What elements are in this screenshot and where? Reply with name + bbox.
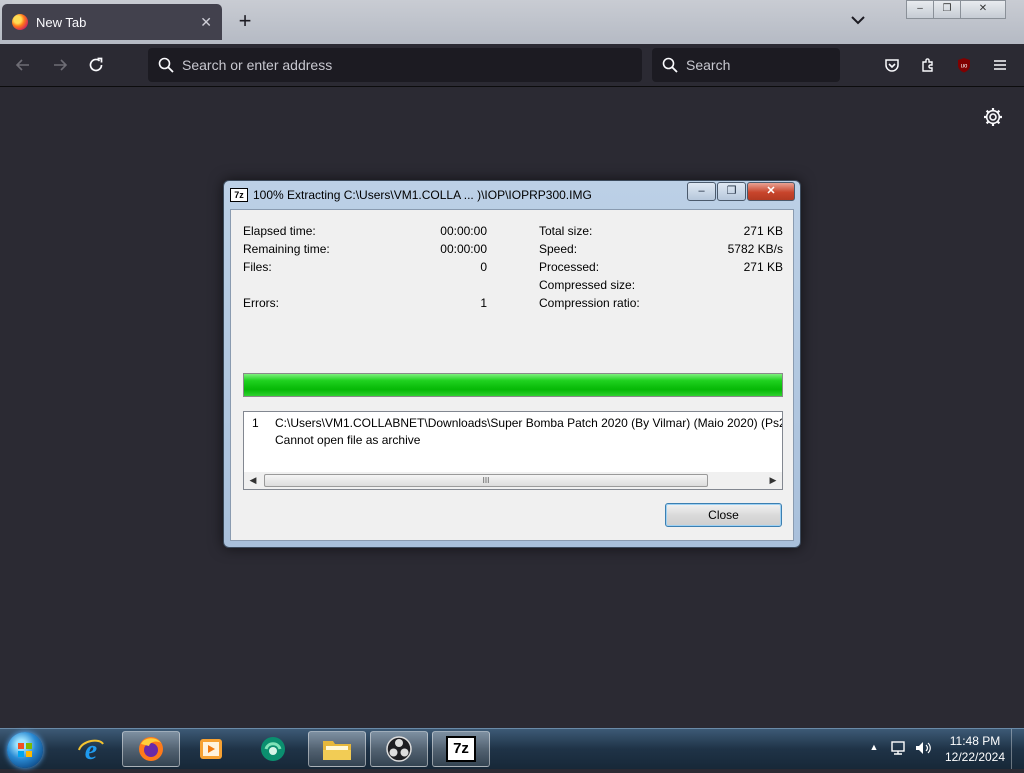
- search-icon: [158, 57, 174, 73]
- navigation-toolbar: Search or enter address Search uo: [0, 44, 1024, 87]
- gear-icon[interactable]: [982, 106, 1004, 128]
- extraction-dialog: 7z 100% Extracting C:\Users\VM1.COLLA ..…: [223, 180, 801, 548]
- message-path: C:\Users\VM1.COLLABNET\Downloads\Super B…: [275, 416, 782, 430]
- progress-bar-fill: [244, 374, 782, 396]
- ublock-origin-icon[interactable]: uo: [952, 53, 976, 77]
- search-placeholder: Search: [686, 57, 731, 73]
- svg-text:uo: uo: [961, 64, 968, 70]
- volume-icon[interactable]: [914, 739, 932, 757]
- hamburger-menu-icon[interactable]: [988, 53, 1012, 77]
- tab-title: New Tab: [36, 14, 87, 30]
- clock-date: 12/22/2024: [944, 750, 1006, 764]
- errors-value: 1: [480, 296, 487, 310]
- processed-label: Processed:: [539, 260, 600, 274]
- processed-value: 271 KB: [743, 260, 783, 274]
- window-caption-buttons: ‒ ❐ ✕: [906, 0, 1006, 19]
- clock-time: 11:48 PM: [949, 734, 1001, 748]
- speed-label: Speed:: [539, 242, 578, 256]
- show-desktop-button[interactable]: [1011, 729, 1024, 769]
- window-close-button[interactable]: ✕: [960, 0, 1006, 19]
- back-arrow-icon[interactable]: [11, 53, 35, 77]
- search-bar[interactable]: Search: [652, 48, 840, 82]
- dialog-titlebar[interactable]: 7z 100% Extracting C:\Users\VM1.COLLA ..…: [230, 186, 592, 204]
- start-button[interactable]: [7, 732, 43, 768]
- compression-ratio-label: Compression ratio:: [539, 296, 640, 310]
- system-clock[interactable]: 11:48 PM 12/22/2024: [940, 733, 1010, 765]
- pocket-icon[interactable]: [880, 53, 904, 77]
- firefox-taskbar-icon[interactable]: [122, 731, 180, 767]
- show-hidden-icons-icon[interactable]: ▲: [868, 742, 880, 754]
- compressed-size-label: Compressed size:: [539, 278, 636, 292]
- svg-text:e: e: [85, 735, 97, 764]
- message-error-text: Cannot open file as archive: [275, 433, 421, 447]
- files-value: 0: [480, 260, 487, 274]
- window-restore-button[interactable]: ❐: [933, 0, 961, 19]
- android-studio-icon[interactable]: [244, 731, 302, 767]
- extraction-progress-bar: [243, 373, 783, 397]
- search-icon: [662, 57, 678, 73]
- address-bar[interactable]: Search or enter address: [148, 48, 642, 82]
- new-tab-button[interactable]: +: [234, 10, 256, 32]
- message-index: 1: [252, 416, 259, 430]
- close-button[interactable]: Close: [665, 503, 782, 527]
- scrollbar-thumb[interactable]: III: [264, 474, 708, 487]
- horizontal-scrollbar[interactable]: ◀ III ▶: [244, 472, 782, 489]
- remaining-time-label: Remaining time:: [243, 242, 330, 256]
- errors-label: Errors:: [243, 296, 279, 310]
- tab-new-tab[interactable]: New Tab ✕: [2, 4, 222, 40]
- files-label: Files:: [243, 260, 272, 274]
- firefox-favicon-icon: [12, 14, 28, 30]
- internet-explorer-icon[interactable]: e: [62, 731, 120, 767]
- remaining-time-value: 00:00:00: [440, 242, 487, 256]
- dialog-maximize-button[interactable]: ❐: [717, 182, 746, 201]
- 7zip-app-icon: 7z: [230, 188, 248, 202]
- extensions-puzzle-icon[interactable]: [916, 53, 940, 77]
- network-icon[interactable]: [890, 739, 908, 757]
- file-explorer-icon[interactable]: [308, 731, 366, 767]
- list-all-tabs-icon[interactable]: [848, 10, 868, 30]
- scroll-left-arrow-icon[interactable]: ◀: [245, 473, 261, 488]
- dialog-body: Elapsed time: 00:00:00 Remaining time: 0…: [230, 209, 794, 541]
- tab-strip: New Tab ✕ + ‒ ❐ ✕: [0, 0, 1024, 44]
- dialog-close-button[interactable]: ✕: [747, 182, 795, 201]
- windows-taskbar: e 7z ▲ 11:48 PM 12/22/2024: [0, 728, 1024, 769]
- dialog-title: 100% Extracting C:\Users\VM1.COLLA ... )…: [253, 188, 592, 202]
- elapsed-time-value: 00:00:00: [440, 224, 487, 238]
- total-size-value: 271 KB: [743, 224, 783, 238]
- total-size-label: Total size:: [539, 224, 593, 238]
- address-placeholder: Search or enter address: [182, 57, 333, 73]
- dialog-caption-buttons: ‒ ❐ ✕: [686, 182, 795, 201]
- media-player-icon[interactable]: [182, 731, 240, 767]
- obs-studio-icon[interactable]: [370, 731, 428, 767]
- window-minimize-button[interactable]: ‒: [906, 0, 934, 19]
- speed-value: 5782 KB/s: [727, 242, 783, 256]
- 7zip-taskbar-icon[interactable]: 7z: [432, 731, 490, 767]
- reload-icon[interactable]: [84, 53, 108, 77]
- dialog-minimize-button[interactable]: ‒: [687, 182, 716, 201]
- elapsed-time-label: Elapsed time:: [243, 224, 316, 238]
- scroll-right-arrow-icon[interactable]: ▶: [765, 473, 781, 488]
- tab-close-icon[interactable]: ✕: [200, 14, 212, 31]
- error-message-list[interactable]: 1 C:\Users\VM1.COLLABNET\Downloads\Super…: [243, 411, 783, 490]
- forward-arrow-icon[interactable]: [48, 53, 72, 77]
- 7zip-taskbar-logo: 7z: [446, 736, 476, 762]
